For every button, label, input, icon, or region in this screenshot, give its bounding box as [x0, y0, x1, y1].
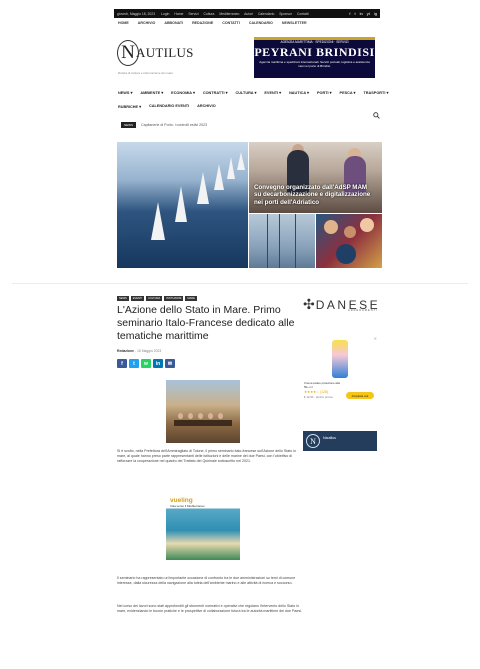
hero-image-people[interactable] — [316, 214, 382, 268]
utility-link[interactable]: Autori — [244, 12, 253, 16]
ad-title: PEYRANI BRINDISI — [254, 45, 375, 59]
secnav-item[interactable]: HOME — [118, 21, 129, 25]
ad-description: Agenzia marittima e spedizioni internazi… — [259, 60, 370, 68]
secnav-item[interactable]: ABBONATI — [164, 21, 183, 25]
share-buttons: f t w in ✉ — [117, 359, 175, 368]
menu-item[interactable]: AMBIENTE ▾ — [140, 90, 163, 95]
hero-featured-image-regatta[interactable] — [117, 142, 248, 268]
product-image — [332, 340, 348, 378]
utility-link[interactable]: Login — [161, 12, 169, 16]
category-tag[interactable]: CULTURA — [146, 296, 163, 301]
utility-link[interactable]: Contatti — [297, 12, 309, 16]
ad-kicker: AGENZIA MARITTIMA · SPEDIZIONI · SERVIZI — [280, 40, 349, 44]
section-divider — [12, 283, 468, 284]
utility-link[interactable]: Cultura — [203, 12, 214, 16]
sidebar-box-title: Nautilus — [323, 436, 336, 440]
main-menu-row: RUBRICHE ▾ CALENDARIO EVENTI ARCHIVIO — [118, 99, 380, 113]
utility-link[interactable]: Servizi — [188, 12, 198, 16]
menu-item[interactable]: CALENDARIO EVENTI — [149, 104, 189, 108]
utility-link[interactable]: Home — [174, 12, 183, 16]
sponsor-subtitle: ARREDAMENTI — [348, 309, 378, 312]
header-ad-banner[interactable]: AGENZIA MARITTIMA · SPEDIZIONI · SERVIZI… — [254, 37, 375, 78]
product-name: Crema solare protezione alta 50+ ml — [304, 381, 340, 389]
article-paragraph: Il seminario ha rappresentato un'importa… — [117, 576, 296, 585]
news-ticker: NEWS Capitanerie di Porto: i controlli e… — [121, 122, 207, 128]
category-tag[interactable]: EVENTI — [130, 296, 145, 301]
menu-item[interactable]: ECONOMIA ▾ — [171, 90, 195, 95]
secnav-item[interactable]: CONTATTI — [222, 21, 240, 25]
secnav-item[interactable]: CALENDARIO — [249, 21, 273, 25]
youtube-icon[interactable]: yt — [367, 11, 370, 16]
menu-item[interactable]: RUBRICHE ▾ — [118, 104, 141, 109]
buy-button[interactable]: Acquista ora — [346, 392, 374, 399]
utility-link[interactable]: Sponsor — [279, 12, 292, 16]
top-utility-bar: giovedì, Maggio 18, 2023 Login Home Serv… — [114, 9, 380, 18]
site-logo[interactable]: N AUTILUS — [117, 40, 194, 66]
nautilus-logo-icon: N — [306, 434, 320, 448]
main-menu: NEWS ▾ AMBIENTE ▾ ECONOMIA ▾ CONTRATTI ▾… — [118, 85, 388, 113]
share-twitter-button[interactable]: t — [129, 359, 139, 368]
sidebar-nautilus-box[interactable]: N Nautilus — [303, 431, 377, 451]
secondary-nav: HOME ARCHIVIO ABBONATI REDAZIONE CONTATT… — [118, 19, 380, 27]
menu-item[interactable]: NAUTICA ▾ — [289, 90, 309, 95]
category-tag[interactable]: ISTITUZIONI — [164, 296, 184, 301]
ticker-tag: NEWS — [121, 122, 136, 128]
ticker-headline[interactable]: Capitanerie di Porto: i controlli estivi… — [141, 123, 207, 127]
ad-subtitle: Vola verso il Mediterraneo — [170, 504, 205, 508]
sidebar-product-ad[interactable]: ✕ Crema solare protezione alta 50+ ml ★★… — [304, 336, 377, 413]
menu-item[interactable]: TRASPORTI ▾ — [363, 90, 388, 95]
main-menu-row: NEWS ▾ AMBIENTE ▾ ECONOMIA ▾ CONTRATTI ▾… — [118, 85, 388, 99]
share-linkedin-button[interactable]: in — [153, 359, 163, 368]
social-icons: f t in yt ig — [349, 11, 377, 16]
secnav-item[interactable]: ARCHIVIO — [138, 21, 156, 25]
category-tag[interactable]: NEWS — [117, 296, 129, 301]
article-ad-vueling[interactable]: vueling Vola verso il Mediterraneo — [166, 494, 240, 560]
twitter-icon[interactable]: t — [355, 11, 356, 16]
close-icon[interactable]: ✕ — [374, 336, 377, 341]
article-paragraph: Si è svolto, nella Prefettura dell'Ammir… — [117, 449, 297, 463]
category-tag[interactable]: MARE — [185, 296, 197, 301]
utility-links: Login Home Servizi Cultura Mediterraneo … — [161, 12, 312, 16]
share-email-button[interactable]: ✉ — [165, 359, 175, 368]
logo-wordmark: AUTILUS — [136, 45, 194, 60]
menu-item[interactable]: PESCA ▾ — [340, 90, 356, 95]
current-date: giovedì, Maggio 18, 2023 — [117, 11, 156, 16]
article-categories: NEWS EVENTI CULTURA ISTITUZIONI MARE — [117, 296, 197, 301]
hero-article-conference[interactable]: Convegno organizzato dall'AdSP MAM su de… — [249, 142, 382, 213]
article-title: L'Azione dello Stato in Mare. Primo semi… — [117, 304, 295, 342]
secnav-item[interactable]: NEWSLETTER — [282, 21, 307, 25]
secnav-item[interactable]: REDAZIONE — [192, 21, 213, 25]
product-rating: ★★★★☆ (128) — [304, 390, 329, 394]
menu-item[interactable]: CONTRATTI ▾ — [203, 90, 228, 95]
linkedin-icon[interactable]: in — [360, 11, 363, 16]
menu-item[interactable]: ARCHIVIO — [197, 104, 216, 108]
article-image-seminar — [166, 380, 240, 443]
hero-article-caption: Convegno organizzato dall'AdSP MAM su de… — [254, 184, 371, 206]
instagram-icon[interactable]: ig — [374, 11, 377, 16]
article-date: 18 Maggio 2023 — [137, 349, 162, 353]
logo-tagline: Rivista di cultura e informazione del ma… — [118, 71, 174, 75]
article-byline: Redazione - 18 Maggio 2023 — [117, 349, 162, 353]
menu-item[interactable]: PORTI ▾ — [317, 90, 332, 95]
share-facebook-button[interactable]: f — [117, 359, 127, 368]
article-author[interactable]: Redazione — [117, 349, 134, 353]
product-price: € 12,90 · prezzo promo — [304, 395, 333, 399]
search-icon[interactable] — [373, 112, 380, 119]
facebook-icon[interactable]: f — [349, 11, 350, 16]
menu-item[interactable]: CULTURA ▾ — [235, 90, 256, 95]
ad-brand: vueling — [170, 497, 193, 504]
utility-link[interactable]: Calendario — [258, 12, 274, 16]
hero-image-sailboats[interactable] — [249, 214, 315, 268]
menu-item[interactable]: EVENTI ▾ — [264, 90, 281, 95]
article-paragraph: Nel corso dei lavori sono stati approfon… — [117, 604, 302, 613]
menu-item[interactable]: NEWS ▾ — [118, 90, 132, 95]
utility-link[interactable]: Mediterraneo — [219, 12, 239, 16]
share-whatsapp-button[interactable]: w — [141, 359, 151, 368]
sponsor-mark-icon: ✣ — [303, 296, 315, 312]
